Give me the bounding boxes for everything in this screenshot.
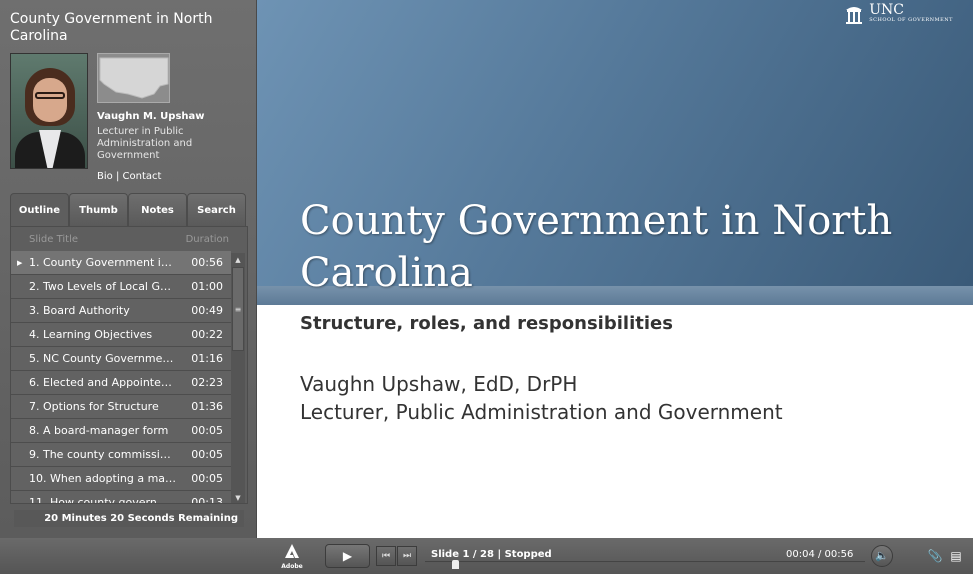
player-app: County Government in North Carolina Vaug… [0, 0, 973, 574]
outline-item[interactable]: 9. The county commissioners 00:05 [11, 443, 231, 467]
outline-item-title: 3. Board Authority [29, 304, 130, 317]
sidebar-tabs: Outline Thumb Notes Search [10, 193, 246, 226]
play-icon: ▶ [342, 549, 353, 563]
outline-item-duration: 02:23 [191, 376, 223, 389]
unc-logo: UNC SCHOOL OF GOVERNMENT [845, 2, 953, 24]
time-remaining: 20 Minutes 20 Seconds Remaining [14, 510, 244, 527]
menu-button[interactable]: ▤ [946, 546, 966, 566]
slide-stage: UNC SCHOOL OF GOVERNMENT County Governme… [257, 0, 973, 538]
outline-item[interactable]: 3. Board Authority 00:49 [11, 299, 231, 323]
tab-search[interactable]: Search [187, 193, 246, 226]
slide-author-name: Vaughn Upshaw, EdD, DrPH [300, 372, 578, 396]
outline-item[interactable]: 7. Options for Structure 01:36 [11, 395, 231, 419]
presenter-photo [10, 53, 88, 169]
outline-item[interactable]: 10. When adopting a manager 00:05 [11, 467, 231, 491]
outline-item-duration: 01:00 [191, 280, 223, 293]
menu-icon: ▤ [950, 549, 962, 563]
outline-item-duration: 00:05 [191, 448, 223, 461]
tab-thumb[interactable]: Thumb [69, 193, 128, 226]
playback-status: Slide 1 / 28 | Stopped [431, 549, 552, 560]
outline-item-title: 5. NC County Government Structure [29, 352, 177, 365]
outline-item[interactable]: 5. NC County Government Structure 01:16 [11, 347, 231, 371]
outline-item-title: 8. A board-manager form [29, 424, 169, 437]
slide-author: Vaughn Upshaw, EdD, DrPH Lecturer, Publi… [300, 370, 783, 426]
prev-icon: ⏮ [381, 551, 391, 561]
volume-icon: 🔈 [875, 549, 889, 562]
outline-item-title: 1. County Government in North Carolina [29, 256, 177, 269]
presenter-name: Vaughn M. Upshaw [97, 111, 205, 122]
organization-logo-image [97, 53, 170, 103]
outline-list: ▶ 1. County Government in North Carolina 0… [11, 251, 231, 504]
adobe-logo-icon: Adobe [281, 543, 303, 570]
outline-item-duration: 00:05 [191, 472, 223, 485]
play-button[interactable]: ▶ [325, 544, 370, 568]
current-slide-icon: ▶ [17, 258, 23, 267]
course-title: County Government in North Carolina [10, 11, 213, 44]
scroll-down-icon[interactable]: ▼ [231, 491, 245, 503]
unc-logo-subtext: SCHOOL OF GOVERNMENT [869, 17, 953, 23]
presenter-links: Bio | Contact [97, 171, 161, 182]
volume-button[interactable]: 🔈 [871, 545, 893, 567]
progress-track[interactable] [425, 561, 865, 565]
next-icon: ⏭ [402, 551, 412, 561]
outline-item-duration: 00:56 [191, 256, 223, 269]
playback-time: 00:04 / 00:56 [786, 549, 854, 560]
previous-slide-button[interactable]: ⏮ [376, 546, 396, 566]
outline-item[interactable]: 11. How county government 00:13 [11, 491, 231, 504]
outline-item[interactable]: 6. Elected and Appointed Officials 02:23 [11, 371, 231, 395]
attachment-icon: 📎 [927, 549, 943, 563]
old-well-icon [845, 4, 863, 24]
outline-item[interactable]: 2. Two Levels of Local Government 01:00 [11, 275, 231, 299]
unc-logo-text: UNC [869, 2, 904, 18]
outline-item-duration: 01:16 [191, 352, 223, 365]
outline-header: Slide Title Duration [11, 227, 247, 251]
outline-item-title: 6. Elected and Appointed Officials [29, 376, 177, 389]
tab-outline[interactable]: Outline [10, 193, 69, 226]
slide-author-role: Lecturer, Public Administration and Gove… [300, 400, 783, 424]
outline-item-title: 4. Learning Objectives [29, 328, 153, 341]
outline-item[interactable]: 4. Learning Objectives 00:22 [11, 323, 231, 347]
bio-link[interactable]: Bio [97, 171, 113, 182]
outline-item-title: 10. When adopting a manager [29, 472, 177, 485]
next-slide-button[interactable]: ⏭ [397, 546, 417, 566]
outline-header-duration: Duration [185, 233, 229, 245]
outline-item[interactable]: ▶ 1. County Government in North Carolina 0… [11, 251, 231, 275]
outline-panel: Slide Title Duration ▶ 1. County Governme… [10, 226, 248, 504]
attachments-button[interactable]: 📎 [925, 546, 945, 566]
link-separator: | [115, 171, 120, 182]
slide-subtitle: Structure, roles, and responsibilities [300, 313, 673, 334]
outline-item-title: 2. Two Levels of Local Government [29, 280, 177, 293]
adobe-logo-label: Adobe [281, 563, 303, 570]
outline-item-title: 11. How county government [29, 496, 177, 504]
presenter-bio: Lecturer in Public Administration and Go… [97, 126, 193, 161]
outline-scrollbar[interactable]: ▲ ≡ ▼ [231, 253, 245, 503]
tab-notes[interactable]: Notes [128, 193, 187, 226]
contact-link[interactable]: Contact [123, 171, 162, 182]
outline-item-duration: 00:49 [191, 304, 223, 317]
outline-item-duration: 00:13 [191, 496, 223, 504]
progress-knob[interactable] [452, 560, 459, 569]
slide-title: County Government in North Carolina [300, 198, 893, 296]
scroll-up-icon[interactable]: ▲ [231, 253, 245, 267]
outline-item-duration: 01:36 [191, 400, 223, 413]
outline-header-title: Slide Title [29, 233, 79, 245]
outline-item-title: 9. The county commissioners [29, 448, 177, 461]
outline-item-title: 7. Options for Structure [29, 400, 159, 413]
outline-item[interactable]: 8. A board-manager form 00:05 [11, 419, 231, 443]
outline-item-duration: 00:22 [191, 328, 223, 341]
outline-item-duration: 00:05 [191, 424, 223, 437]
scroll-thumb[interactable]: ≡ [232, 267, 244, 351]
sidebar: County Government in North Carolina Vaug… [0, 0, 257, 538]
